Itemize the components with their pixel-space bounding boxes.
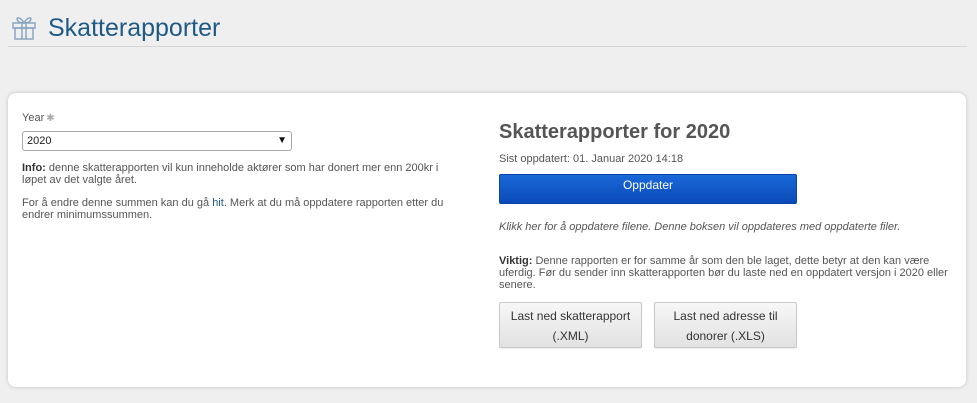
- page-title: Skatterapporter: [48, 14, 221, 42]
- year-label: Year ✱: [22, 111, 462, 126]
- required-mark-icon: ✱: [46, 113, 55, 124]
- update-note: Klikk her for å oppdatere filene. Denne …: [499, 221, 901, 233]
- download-xml-button[interactable]: Last ned skatterapport (.XML): [499, 302, 642, 348]
- info-text: Info: denne skatterapporten vil kun inne…: [22, 162, 462, 186]
- change-sum-text: For å endre denne summen kan du gå hit. …: [22, 197, 462, 221]
- important-body: Denne rapporten er for samme år som den …: [499, 255, 948, 291]
- change-sum-link[interactable]: hit: [212, 197, 224, 209]
- year-label-text: Year: [22, 112, 45, 124]
- report-card: Year ✱ 2020 ▼ Info: denne skatterapporten…: [8, 93, 966, 387]
- gift-icon: [12, 17, 36, 40]
- change-text-before: For å endre denne summen kan du gå: [22, 197, 213, 209]
- important-label: Viktig:: [499, 255, 533, 267]
- report-title: Skatterapporter for 2020: [499, 121, 731, 143]
- important-notice: Viktig: Denne rapporten er for samme år …: [499, 255, 959, 291]
- dropdown-arrow-icon: ▼: [277, 135, 287, 146]
- page-header: Skatterapporter: [8, 8, 967, 47]
- info-body: denne skatterapporten vil kun inneholde …: [22, 162, 439, 186]
- year-select-value: 2020: [27, 135, 52, 147]
- last-updated-text: Sist oppdatert: 01. Januar 2020 14:18: [499, 153, 684, 165]
- update-button[interactable]: Oppdater: [499, 174, 797, 204]
- year-select[interactable]: 2020 ▼: [22, 131, 292, 151]
- report-column: Skatterapporter for 2020 Sist oppdatert:…: [499, 120, 959, 348]
- download-xls-button[interactable]: Last ned adresse til donorer (.XLS): [654, 302, 797, 348]
- download-row: Last ned skatterapport (.XML) Last ned a…: [499, 302, 959, 348]
- settings-column: Year ✱ 2020 ▼ Info: denne skatterapporten…: [22, 111, 462, 221]
- info-label: Info:: [22, 162, 46, 174]
